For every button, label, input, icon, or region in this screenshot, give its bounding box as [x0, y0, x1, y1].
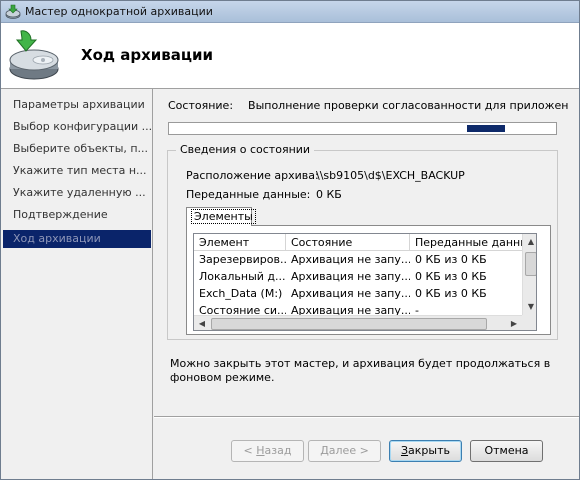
items-tab-panel: Элемент Состояние Переданные данные Заре… [186, 225, 551, 335]
status-details-legend: Сведения о состоянии [176, 143, 315, 156]
wizard-steps-sidebar: Параметры архивации Выбор конфигурации .… [1, 89, 153, 479]
column-header-item[interactable]: Элемент [194, 234, 286, 251]
cancel-button[interactable]: Отмена [470, 440, 543, 462]
sidebar-item-remote-folder: Укажите удаленную ... [13, 186, 146, 199]
item-name: Зарезервиров... [199, 253, 286, 266]
status-label: Состояние: [168, 99, 234, 112]
scrollbar-corner [522, 315, 536, 330]
items-list[interactable]: Элемент Состояние Переданные данные Заре… [193, 233, 537, 331]
back-button-accel: Н [256, 444, 265, 457]
page-title: Ход архивации [81, 46, 214, 64]
scroll-right-icon[interactable]: ▶ [506, 316, 522, 330]
close-button-accel: З [400, 444, 409, 457]
vertical-scroll-thumb[interactable] [525, 252, 536, 276]
sidebar-item-destination-type: Укажите тип места н... [13, 164, 147, 177]
scroll-down-icon[interactable]: ▼ [523, 299, 536, 315]
sidebar-item-backup-progress: Ход архивации [3, 230, 151, 248]
backup-location-value: \\sb9105\d$\EXCH_BACKUP [316, 169, 465, 182]
item-state: Архивация не запу... [291, 270, 410, 283]
app-icon [5, 4, 21, 19]
transferred-data-value: 0 КБ [316, 188, 342, 201]
window-title: Мастер однократной архивации [25, 5, 213, 18]
background-note: Можно закрыть этот мастер, и архивация б… [170, 357, 551, 384]
close-button-rest: акрыть [408, 444, 450, 457]
scroll-left-icon[interactable]: ◀ [194, 316, 210, 330]
item-transferred: 0 КБ из 0 КБ [415, 253, 487, 266]
item-name: Локальный д... [199, 270, 286, 283]
column-header-state[interactable]: Состояние [286, 234, 410, 251]
wizard-content: Состояние: Выполнение проверки согласова… [154, 89, 579, 479]
close-button[interactable]: Закрыть [389, 440, 462, 462]
progress-bar [168, 122, 557, 135]
vertical-scrollbar[interactable]: ▲ ▼ [522, 234, 536, 315]
item-transferred: 0 КБ из 0 КБ [415, 287, 487, 300]
list-header: Элемент Состояние Переданные данные [194, 234, 523, 251]
wizard-header: Ход архивации [1, 23, 579, 89]
backup-location-label: Расположение архива: [186, 169, 319, 182]
tab-items-label: Элементы [191, 209, 256, 224]
next-button-rest: алее > [328, 444, 369, 457]
item-state: Архивация не запу... [291, 287, 410, 300]
item-name: Exch_Data (M:) [199, 287, 283, 300]
next-button-accel: Д [320, 444, 329, 457]
status-details-group: Сведения о состоянии Расположение архива… [167, 143, 558, 340]
tab-items[interactable]: Элементы [186, 207, 256, 226]
progress-marquee-chunk [467, 125, 505, 132]
horizontal-scroll-thumb[interactable] [211, 318, 487, 330]
item-transferred: 0 КБ из 0 КБ [415, 270, 487, 283]
column-header-transferred[interactable]: Переданные данные [410, 234, 523, 251]
status-row: Состояние: Выполнение проверки согласова… [168, 99, 568, 112]
horizontal-scrollbar[interactable]: ◀ ▶ [194, 315, 522, 330]
back-button[interactable]: < Назад [231, 440, 304, 462]
sidebar-item-select-configuration: Выбор конфигурации ... [13, 120, 151, 133]
sidebar-item-backup-settings: Параметры архивации [13, 98, 145, 111]
transferred-data-label: Переданные данные: [186, 188, 311, 201]
item-state: Архивация не запу... [291, 253, 410, 266]
wizard-window: Мастер однократной архивации Ход архивац… [0, 0, 580, 480]
scroll-up-icon[interactable]: ▲ [523, 234, 536, 250]
button-separator [154, 416, 579, 418]
sidebar-item-select-items: Выберите объекты, п... [13, 142, 149, 155]
status-value: Выполнение проверки согласованности для … [248, 99, 568, 112]
list-item[interactable]: Exch_Data (M:) Архивация не запу... 0 КБ… [194, 285, 523, 302]
title-bar[interactable]: Мастер однократной архивации [1, 1, 579, 23]
backup-disk-icon [9, 30, 59, 80]
list-item[interactable]: Локальный д... Архивация не запу... 0 КБ… [194, 268, 523, 285]
list-item[interactable]: Зарезервиров... Архивация не запу... 0 К… [194, 251, 523, 268]
back-button-rest: азад [264, 444, 292, 457]
sidebar-item-confirmation: Подтверждение [13, 208, 108, 221]
next-button[interactable]: Далее > [308, 440, 381, 462]
back-button-prefix: < [243, 444, 257, 457]
